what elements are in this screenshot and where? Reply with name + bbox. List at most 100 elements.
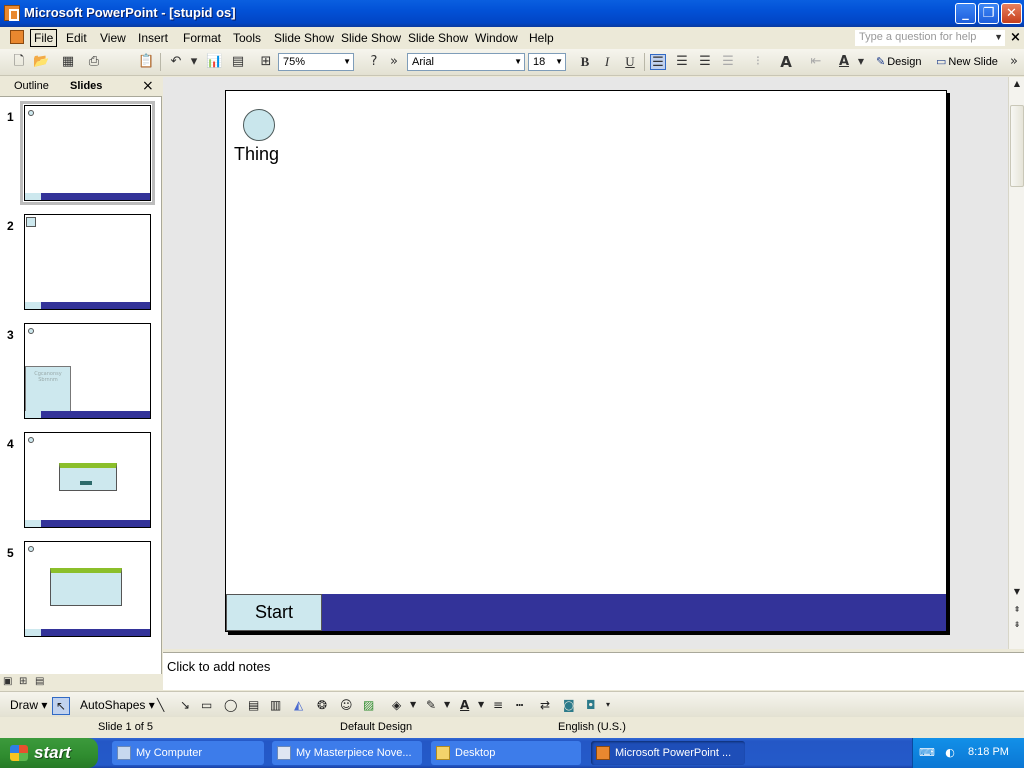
insert-table-icon[interactable]: ▦ [60,54,76,70]
shadow-style-icon[interactable]: ◙ [563,697,575,713]
chevron-down-icon[interactable]: ▼ [555,54,563,70]
menu-file[interactable]: File [30,29,58,47]
arrow-style-icon[interactable]: ⇄ [540,697,550,713]
underline-icon[interactable]: U [622,54,638,70]
toolbar-more-icon[interactable]: » [1006,54,1022,70]
increase-font-icon[interactable]: A [778,54,794,70]
help-question-input[interactable]: Type a question for help ▼ [855,30,1005,46]
align-right-icon[interactable]: ☰ [697,54,713,70]
powerpoint-app-icon[interactable] [4,5,20,21]
scrollbar-thumb[interactable] [1010,105,1024,187]
paste-icon[interactable]: 📋 [138,54,154,70]
diagram-icon[interactable]: ❂ [317,697,327,713]
menu-slide-show-1[interactable]: Slide Show [274,31,334,45]
menu-slide-show-2[interactable]: Slide Show [341,31,401,45]
restore-button[interactable]: ❐ [978,3,999,24]
open-folder-icon[interactable]: 📂 [33,54,49,70]
design-button[interactable]: ✎ Design [876,55,921,68]
close-pane-icon[interactable]: × [142,78,154,94]
menu-tools[interactable]: Tools [233,31,261,45]
previous-slide-icon[interactable]: ⇞ [1009,603,1024,617]
document-icon[interactable] [10,30,24,44]
scroll-up-icon[interactable]: ▲ [1009,77,1024,91]
menu-help[interactable]: Help [529,31,554,45]
italic-icon[interactable]: I [599,54,615,70]
font-color-draw-dropdown-icon[interactable]: ▼ [478,697,484,713]
menu-format[interactable]: Format [183,31,221,45]
help-assistant-icon[interactable]: ? [366,54,382,70]
insert-picture-icon[interactable]: ▨ [363,697,374,713]
font-color-draw-icon[interactable]: A [460,697,469,713]
next-slide-icon[interactable]: ⇟ [1009,618,1024,632]
line-color-icon[interactable]: ✎ [426,697,436,713]
scroll-down-icon[interactable]: ▼ [1009,585,1024,599]
vertical-text-icon[interactable]: ▥ [270,697,281,713]
font-select[interactable]: Arial ▼ [407,53,525,71]
start-button[interactable]: start [0,738,98,768]
slide-thumbnail-5[interactable] [24,541,151,637]
menu-edit[interactable]: Edit [66,31,87,45]
tab-slides[interactable]: Slides [70,80,102,92]
fill-color-icon[interactable]: ◈ [392,697,401,713]
task-powerpoint[interactable]: Microsoft PowerPoint ... [591,741,745,765]
toolbar-options-icon[interactable]: » [386,54,402,70]
close-button[interactable]: ✕ [1001,3,1022,24]
oval-icon[interactable]: ◯ [224,697,237,713]
font-color-icon[interactable]: A [836,54,852,70]
slide-thumbnail-2[interactable] [24,214,151,310]
undo-dropdown-icon[interactable]: ▾ [186,54,202,70]
bullets-icon[interactable]: ⁝ [750,54,766,70]
bold-icon[interactable]: B [577,54,593,70]
align-left-icon[interactable]: ☰ [650,54,666,70]
slide-thumbnail-3[interactable]: Cgcanonsy Sbrnnm [24,323,151,419]
align-center-icon[interactable]: ☰ [674,54,690,70]
task-masterpiece[interactable]: My Masterpiece Nove... [272,741,422,765]
current-slide[interactable]: Thing Start [225,90,947,632]
dash-style-icon[interactable]: ┅ [516,697,523,713]
slide-footer-bar[interactable] [226,594,946,631]
menu-insert[interactable]: Insert [138,31,168,45]
print-icon[interactable]: ⎙ [86,54,102,70]
minimize-button[interactable]: _ [955,3,976,24]
menu-slide-show-3[interactable]: Slide Show [408,31,468,45]
3d-style-dropdown-icon[interactable]: ▾ [606,697,610,713]
vertical-scrollbar[interactable]: ▲ ▼ ⇞ ⇟ [1008,77,1024,649]
chevron-down-icon[interactable]: ▼ [994,30,1003,45]
wordart-icon[interactable]: ◭ [294,697,303,713]
normal-view-icon[interactable]: ▣ [3,676,15,688]
select-arrow-icon[interactable]: ↖ [52,697,70,715]
keyboard-icon[interactable]: ⌨ [919,746,935,760]
slide-show-view-icon[interactable]: ▤ [35,676,47,688]
justify-icon[interactable]: ☰ [720,54,736,70]
start-box[interactable]: Start [226,594,322,631]
menu-window[interactable]: Window [475,31,518,45]
fill-color-dropdown-icon[interactable]: ▼ [410,697,416,713]
tab-outline[interactable]: Outline [14,80,49,92]
undo-icon[interactable]: ↶ [168,54,184,70]
3d-style-icon[interactable]: ◘ [586,697,596,713]
show-grid-icon[interactable]: ⊞ [258,54,274,70]
task-desktop[interactable]: Desktop [431,741,581,765]
document-close-icon[interactable]: × [1010,30,1021,45]
rectangle-icon[interactable]: ▭ [201,697,212,713]
circle-shape[interactable] [243,109,275,141]
new-document-icon[interactable]: 🗋 [11,54,27,70]
clip-art-icon[interactable]: ☺ [340,697,353,713]
zoom-select[interactable]: 75% ▼ [278,53,354,71]
decrease-indent-icon[interactable]: ⇤ [808,54,824,70]
notes-pane[interactable]: Click to add notes [163,652,1024,690]
insert-chart-icon[interactable]: 📊 [206,54,222,70]
font-color-dropdown-icon[interactable]: ▼ [853,54,869,70]
slide-sorter-icon[interactable]: ⊞ [19,676,31,688]
shape-label-text[interactable]: Thing [234,144,279,165]
task-my-computer[interactable]: My Computer [112,741,264,765]
chevron-down-icon[interactable]: ▼ [514,54,522,70]
line-style-icon[interactable]: ≡ [493,697,503,713]
draw-menu-button[interactable]: Draw ▾ [10,698,47,712]
slide-thumbnail-4[interactable] [24,432,151,528]
insert-table-grid-icon[interactable]: ▤ [230,54,246,70]
menu-view[interactable]: View [100,31,126,45]
font-size-select[interactable]: 18 ▼ [528,53,566,71]
slide-thumbnail-1[interactable] [20,101,155,205]
arrow-icon[interactable]: ↘ [180,697,190,713]
